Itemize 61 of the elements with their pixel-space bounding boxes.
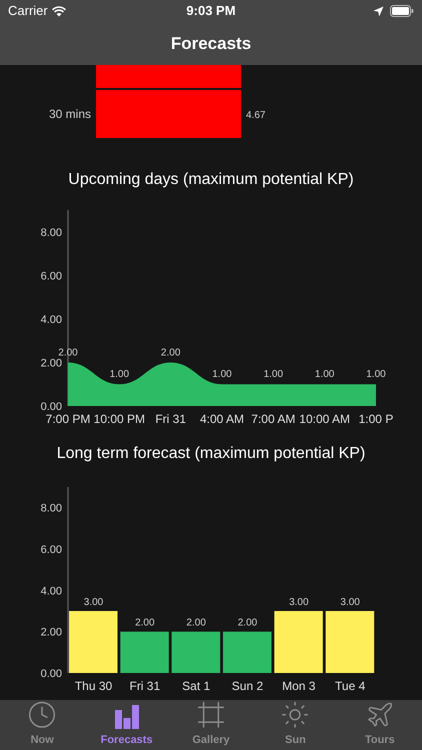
value-label: 2.00 <box>238 618 258 629</box>
value-label: 3.00 <box>84 597 104 608</box>
bar-label: 30 mins <box>48 107 91 121</box>
axis-tick-label: Thu 30 <box>74 679 112 693</box>
axis-tick-label: 10:00 AM <box>299 412 350 426</box>
axis-tick-label: 4.00 <box>40 314 62 326</box>
status-time: 9:03 PM <box>186 2 236 20</box>
axis-tick-label: Mon 3 <box>282 679 316 693</box>
battery-icon <box>390 5 414 17</box>
tab-bar-item[interactable]: Gallery <box>168 700 254 750</box>
axis-tick-label: Fri 31 <box>129 679 160 693</box>
carrier-label: Carrier <box>8 2 48 20</box>
wifi-icon <box>52 6 66 16</box>
tab-bar-item[interactable]: Now <box>0 700 84 750</box>
axis-tick-label: Fri 31 <box>155 412 186 426</box>
value-label: 2.00 <box>186 618 206 629</box>
axis-tick-label: 4:00 AM <box>200 412 244 426</box>
tab-bar-item[interactable]: Sun <box>253 700 338 750</box>
axis-tick-label: 1:00 P <box>358 412 394 426</box>
axis-tick-label: 4.00 <box>40 585 62 598</box>
axis-tick-label: 0.00 <box>40 401 62 413</box>
tab-bar-item[interactable]: Tours <box>338 700 422 750</box>
bar <box>172 632 220 673</box>
tab-bar-item[interactable]: Forecasts <box>84 700 169 750</box>
location-arrow-icon <box>372 6 384 16</box>
bar <box>120 632 169 673</box>
bar <box>223 632 272 673</box>
axis-tick-label: 2.00 <box>40 626 62 639</box>
chart-title: Upcoming days (maximum potential KP) <box>68 170 354 190</box>
value-label: 2.00 <box>135 618 155 629</box>
bar-chart-icon <box>114 704 140 730</box>
value-label: 1.00 <box>314 369 334 380</box>
bar <box>274 611 323 673</box>
value-label: 4.67 <box>246 110 266 121</box>
bar <box>69 611 118 673</box>
value-label: 3.00 <box>289 597 309 608</box>
value-label: 1.00 <box>212 369 232 380</box>
sun-icon <box>280 700 310 730</box>
clock-icon <box>27 700 58 730</box>
picture-frame-icon <box>196 700 226 730</box>
axis-tick-label: 8.00 <box>40 502 62 515</box>
screen-title: Forecasts <box>170 32 252 55</box>
axis-tick-label: Sun 2 <box>232 679 264 693</box>
axis-tick-label: Sat 1 <box>182 679 210 693</box>
value-label: 3.00 <box>340 597 360 608</box>
axis-tick-label: 2.00 <box>40 357 62 370</box>
value-label: 2.00 <box>160 347 180 358</box>
axis-tick-label: 10:00 PM <box>94 412 146 426</box>
axis-tick-label: 6.00 <box>40 270 62 282</box>
axis-tick-label: 7:00 PM <box>46 412 90 426</box>
axis-tick-label: 6.00 <box>40 544 62 556</box>
bar <box>326 611 374 673</box>
value-label: 2.00 <box>58 347 78 358</box>
axis-tick-label: 7:00 AM <box>251 412 296 426</box>
value-label: 1.00 <box>366 369 386 380</box>
value-label: 1.00 <box>110 369 130 380</box>
axis-tick-label: 8.00 <box>40 226 62 239</box>
value-label: 1.00 <box>264 369 284 380</box>
axis-tick-label: 0.00 <box>40 668 62 680</box>
chart-title: Long term forecast (maximum potential KP) <box>56 444 366 464</box>
axis-tick-label: Tue 4 <box>335 679 366 693</box>
